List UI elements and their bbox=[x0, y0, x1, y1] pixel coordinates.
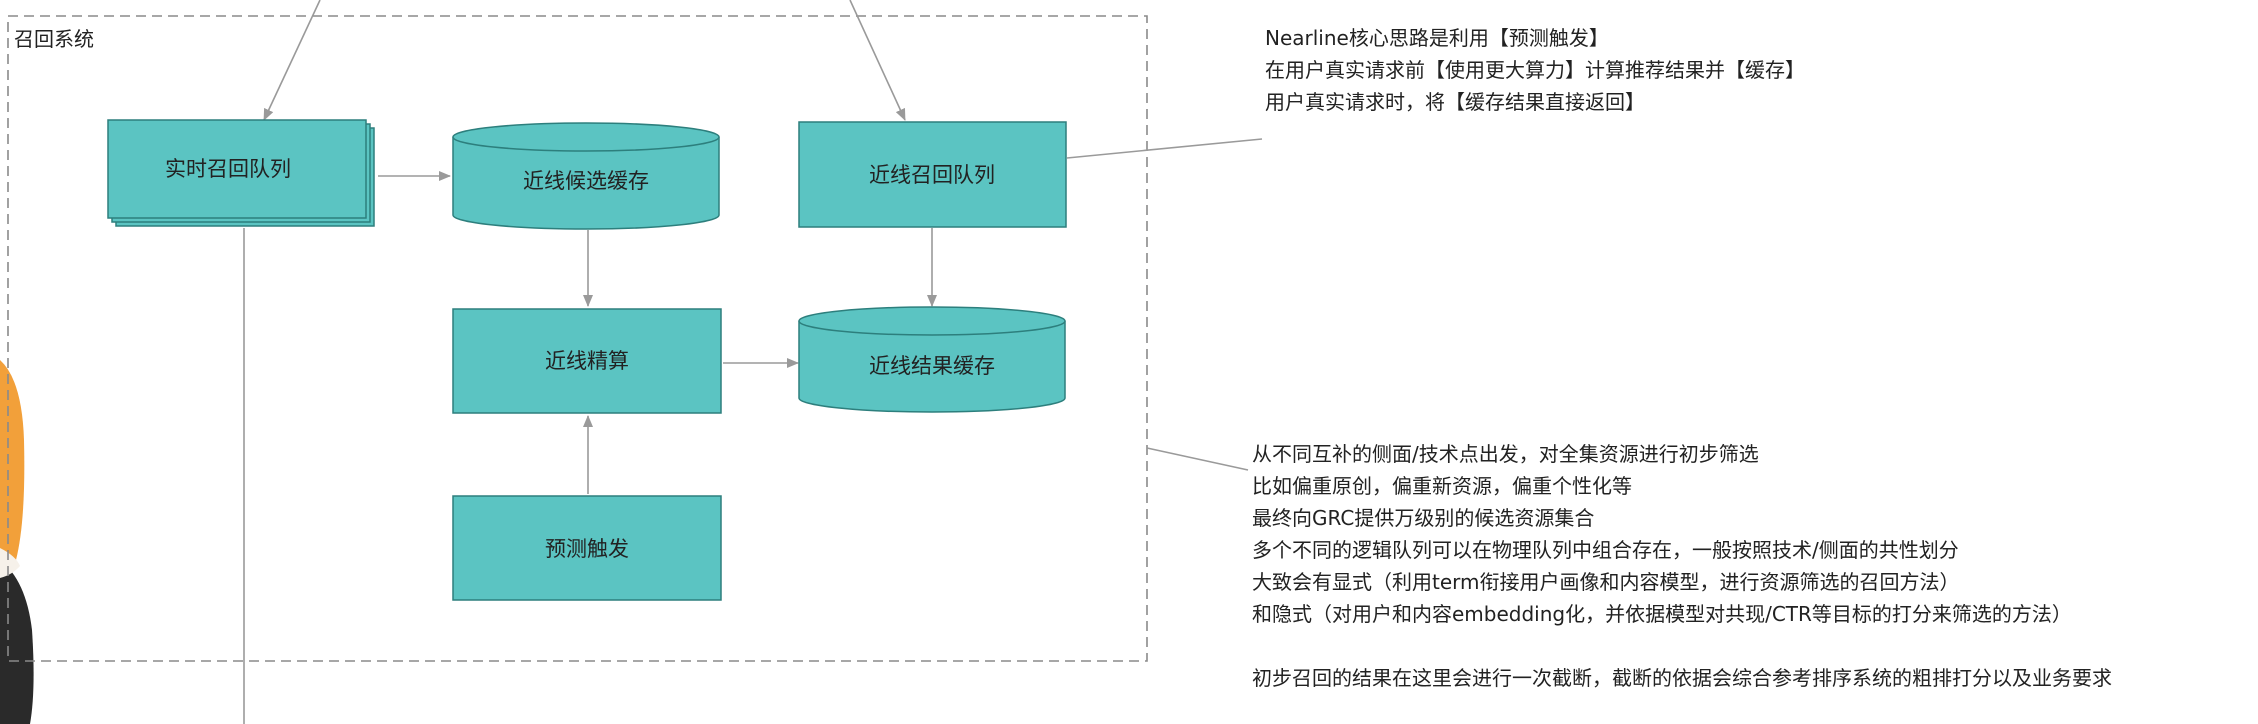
callout-line-recall bbox=[1146, 447, 1249, 471]
nearline-note-line: 用户真实请求时，将【缓存结果直接返回】 bbox=[1265, 90, 1645, 114]
nearline-note-line: 在用户真实请求前【使用更大算力】计算推荐结果并【缓存】 bbox=[1265, 58, 1805, 82]
nearline-note-line: Nearline核心思路是利用【预测触发】 bbox=[1265, 26, 1609, 50]
recall-note-line: 最终向GRC提供万级别的候选资源集合 bbox=[1252, 506, 1595, 530]
realtime-queue-label: 实时召回队列 bbox=[165, 157, 291, 181]
presenter-figure bbox=[0, 360, 34, 724]
result-cache-label: 近线结果缓存 bbox=[869, 354, 995, 378]
truncation-note: 初步召回的结果在这里会进行一次截断，截断的依据会综合参考排序系统的粗排打分以及业… bbox=[1252, 666, 2112, 690]
candidate-cache-label: 近线候选缓存 bbox=[523, 169, 649, 193]
nearline-note: Nearline核心思路是利用【预测触发】 在用户真实请求前【使用更大算力】计算… bbox=[1265, 22, 1805, 118]
recall-note: 从不同互补的侧面/技术点出发，对全集资源进行初步筛选 比如偏重原创，偏重新资源，… bbox=[1252, 438, 2112, 694]
system-frame-label: 召回系统 bbox=[14, 27, 94, 51]
note-spacer bbox=[1252, 630, 2112, 662]
predict-trigger: 预测触发 bbox=[452, 495, 722, 601]
nearline-recall-queue: 近线召回队列 bbox=[798, 121, 1067, 228]
recall-note-line: 比如偏重原创，偏重新资源，偏重个性化等 bbox=[1252, 474, 1632, 498]
recall-note-line: 和隐式（对用户和内容embedding化，并依据模型对共现/CTR等目标的打分来… bbox=[1252, 602, 2072, 626]
realtime-recall-queue: 实时召回队列 bbox=[107, 119, 375, 227]
nearline-compute: 近线精算 bbox=[452, 308, 722, 414]
nearline-queue-label: 近线召回队列 bbox=[869, 163, 995, 187]
nearline-compute-label: 近线精算 bbox=[545, 349, 629, 373]
nearline-result-cache: 近线结果缓存 bbox=[798, 306, 1066, 413]
connectors bbox=[243, 0, 1263, 724]
incoming-arrow-nearline bbox=[849, 0, 906, 121]
predict-trigger-label: 预测触发 bbox=[545, 537, 629, 561]
callout-line-nearline bbox=[1066, 138, 1263, 159]
recall-note-line: 多个不同的逻辑队列可以在物理队列中组合存在，一般按照技术/侧面的共性划分 bbox=[1252, 538, 1959, 562]
incoming-arrow-realtime bbox=[263, 0, 321, 121]
nearline-candidate-cache: 近线候选缓存 bbox=[452, 122, 720, 230]
recall-note-line: 从不同互补的侧面/技术点出发，对全集资源进行初步筛选 bbox=[1252, 442, 1759, 466]
recall-note-line: 大致会有显式（利用term衔接用户画像和内容模型，进行资源筛选的召回方法） bbox=[1252, 570, 1960, 594]
